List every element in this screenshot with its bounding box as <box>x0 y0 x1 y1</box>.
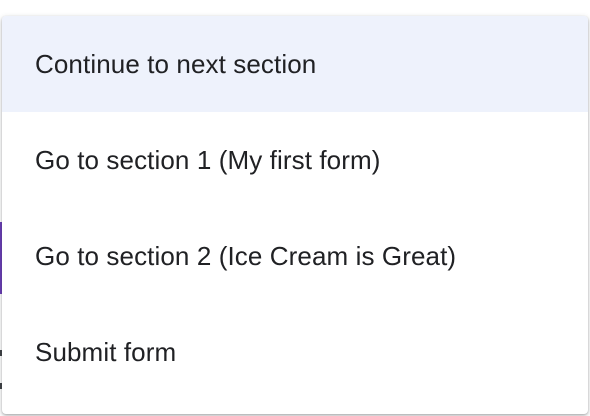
menu-item-go-to-section-1[interactable]: Go to section 1 (My first form) <box>2 112 588 208</box>
menu-item-submit-form[interactable]: Submit form <box>2 304 588 400</box>
screen: Continue to next section Go to section 1… <box>0 0 590 416</box>
menu-item-label: Submit form <box>35 336 177 367</box>
go-to-section-dropdown-menu: Continue to next section Go to section 1… <box>2 16 588 414</box>
menu-item-label: Go to section 1 (My first form) <box>35 144 381 175</box>
menu-item-continue-to-next-section[interactable]: Continue to next section <box>2 16 588 112</box>
menu-item-label: Go to section 2 (Ice Cream is Great) <box>35 240 457 271</box>
menu-item-label: Continue to next section <box>35 48 317 79</box>
menu-item-go-to-section-2[interactable]: Go to section 2 (Ice Cream is Great) <box>2 208 588 304</box>
